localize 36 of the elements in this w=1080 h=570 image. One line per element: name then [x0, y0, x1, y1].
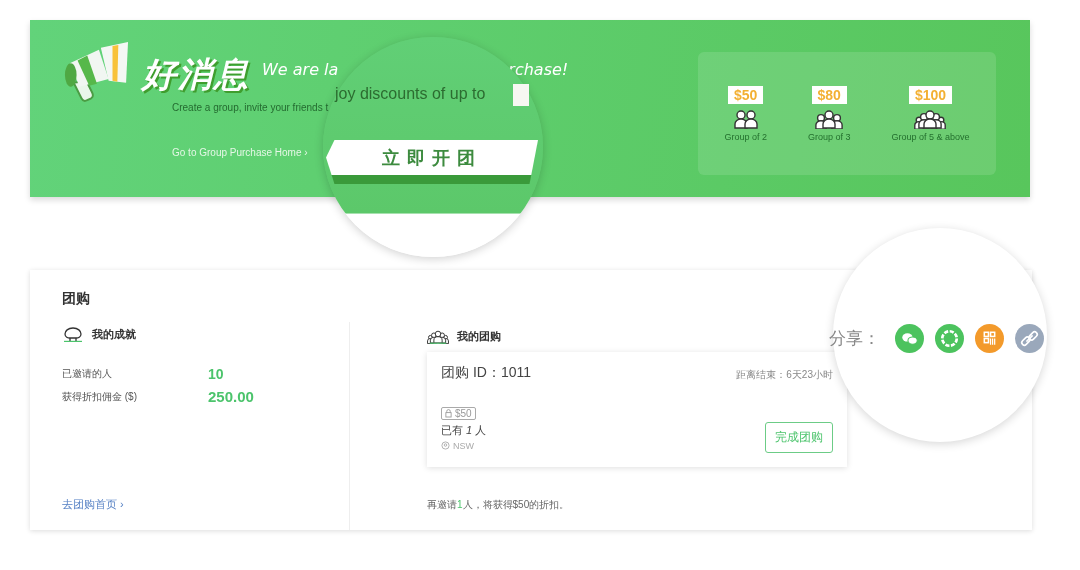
link-icon[interactable]	[1015, 324, 1044, 353]
tier-label: Group of 2	[724, 131, 767, 142]
aperture-icon[interactable]	[935, 324, 964, 353]
section-heading: 我的成就	[92, 326, 136, 342]
stat-label: 已邀请的人	[62, 367, 113, 381]
section-title: 团购	[62, 290, 91, 308]
subtitle: joy discounts of up to	[335, 85, 486, 103]
group-icon	[427, 328, 449, 344]
start-group-button[interactable]: 立即开团	[326, 140, 538, 184]
complete-group-button[interactable]: 完成团购	[765, 422, 833, 453]
stat-label: 获得折扣佣金 ($)	[62, 389, 138, 404]
subtitle: Create a group, invite your friends t	[172, 102, 330, 113]
member-count: 已有 1 人	[441, 422, 488, 438]
chat-bubbles-icon[interactable]	[895, 324, 924, 353]
tier-label: Group of 5 & above	[891, 131, 970, 142]
location-pin-icon	[441, 441, 450, 450]
tag-fragment	[513, 84, 529, 106]
home-link[interactable]: 去团购首页 ›	[62, 497, 124, 512]
lock-icon	[445, 408, 452, 418]
tagline: We are la	[262, 60, 339, 79]
countdown: 距离结束：6天23小时	[736, 368, 833, 382]
price-tag: $80	[811, 85, 847, 104]
stat-value: 10	[208, 366, 225, 382]
stat-value: 250.00	[208, 388, 255, 405]
price-text: $50	[455, 407, 472, 419]
headline: 好消息	[142, 53, 250, 96]
tagline: rchase!	[508, 60, 569, 79]
invite-note: 再邀请1人，将获得$50的折扣。	[427, 498, 571, 512]
price-tag: $50	[728, 85, 764, 104]
tier-label: Group of 3	[807, 131, 851, 142]
group-id: 团购 ID：1011	[441, 364, 532, 382]
section-heading: 我的团购	[457, 328, 501, 344]
price-tag: $100	[908, 85, 953, 104]
location-text: NSW	[453, 440, 474, 451]
qr-code-icon[interactable]	[975, 324, 1004, 353]
share-label: 分享：	[829, 328, 880, 350]
